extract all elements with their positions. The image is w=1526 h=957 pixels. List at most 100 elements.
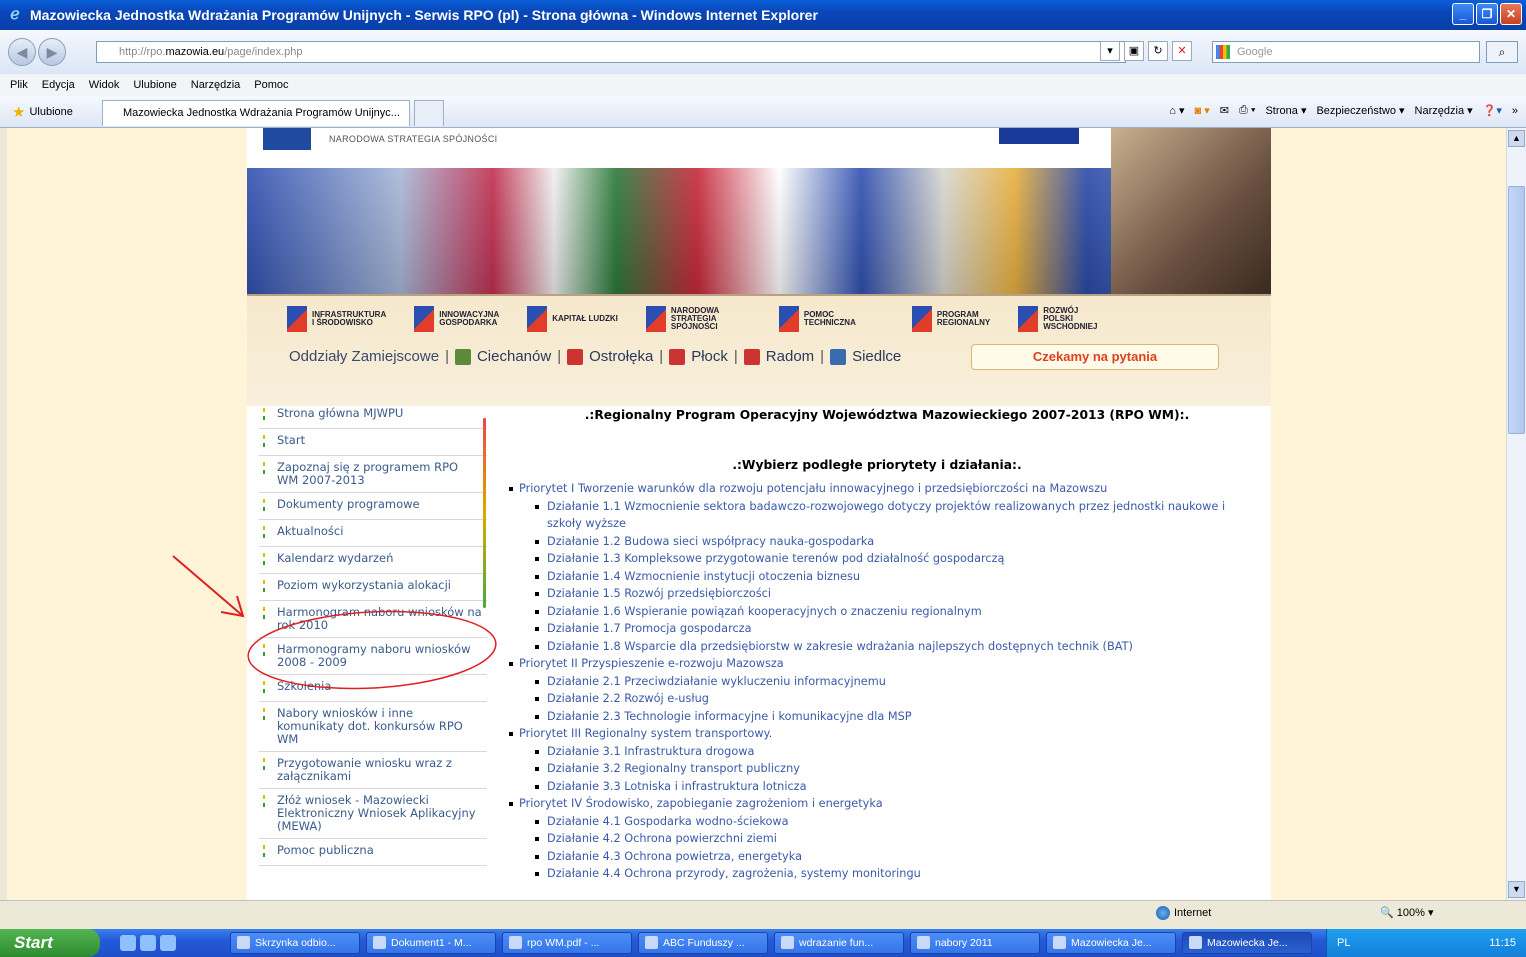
quicklaunch-icon[interactable] [120, 935, 136, 951]
taskbar-button[interactable]: wdrazanie fun... [774, 932, 904, 954]
sidebar-item[interactable]: Zapoznaj się z programem RPO WM 2007-201… [259, 456, 487, 493]
sidebar-item[interactable]: Złóż wniosek - Mazowiecki Elektroniczny … [259, 789, 487, 839]
sidebar-item[interactable]: Dokumenty programowe [259, 493, 487, 520]
priority-link[interactable]: Priorytet II Przyspieszenie e-rozwoju Ma… [519, 657, 784, 670]
close-button[interactable]: ✕ [1500, 3, 1522, 25]
refresh-icon[interactable]: ↻ [1148, 41, 1168, 61]
zoom-level[interactable]: 🔍 100% ▾ [1380, 906, 1433, 919]
taskbar-button[interactable]: ABC Funduszy ... [638, 932, 768, 954]
taskbar-button[interactable]: rpo WM.pdf - ... [502, 932, 632, 954]
action-link[interactable]: Działanie 2.3 Technologie informacyjne i… [529, 708, 1247, 726]
sidebar-item[interactable]: Harmonogram naboru wniosków na rok 2010 [259, 601, 487, 638]
page-menu[interactable]: Strona ▾ [1265, 104, 1306, 117]
dropdown-icon[interactable]: ▾ [1100, 41, 1120, 61]
action-link[interactable]: Działanie 4.4 Ochrona przyrody, zagrożen… [529, 865, 1247, 883]
menu-file[interactable]: Plik [10, 79, 28, 91]
action-link[interactable]: Działanie 4.3 Ochrona powietrza, energet… [529, 848, 1247, 866]
action-link[interactable]: Działanie 3.2 Regionalny transport publi… [529, 760, 1247, 778]
taskbar-button[interactable]: Dokument1 - M... [366, 932, 496, 954]
home-icon[interactable]: ⌂ ▾ [1169, 104, 1184, 117]
stop-icon[interactable]: ✕ [1172, 41, 1192, 61]
action-link[interactable]: Działanie 1.5 Rozwój przedsiębiorczości [529, 585, 1247, 603]
scroll-thumb[interactable] [1508, 186, 1525, 434]
action-link[interactable]: Działanie 4.1 Gospodarka wodno-ściekowa [529, 813, 1247, 831]
scroll-up-icon[interactable]: ▲ [1508, 130, 1525, 147]
sidebar-item[interactable]: Pomoc publiczna [259, 839, 487, 866]
action-link[interactable]: Działanie 2.1 Przeciwdziałanie wykluczen… [529, 673, 1247, 691]
sidebar-item[interactable]: Kalendarz wydarzeń [259, 547, 487, 574]
action-link[interactable]: Działanie 3.3 Lotniska i infrastruktura … [529, 778, 1247, 796]
action-link[interactable]: Działanie 1.1 Wzmocnienie sektora badawc… [529, 498, 1247, 533]
taskbar: Start Skrzynka odbio... Dokument1 - M...… [0, 929, 1526, 957]
forward-button[interactable]: ▶ [38, 38, 66, 66]
sidebar-item[interactable]: Start [259, 429, 487, 456]
priority-link[interactable]: Priorytet I Tworzenie warunków dla rozwo… [519, 482, 1107, 495]
taskbar-button[interactable]: nabory 2011 [910, 932, 1040, 954]
branch-radom[interactable]: Radom [766, 348, 814, 365]
safety-menu[interactable]: Bezpieczeństwo ▾ [1316, 104, 1404, 117]
sidebar-item[interactable]: Poziom wykorzystania alokacji [259, 574, 487, 601]
branch-plock[interactable]: Płock [691, 348, 728, 365]
action-link[interactable]: Działanie 1.2 Budowa sieci współpracy na… [529, 533, 1247, 551]
action-link[interactable]: Działanie 2.2 Rozwój e-usług [529, 690, 1247, 708]
branch-ostroleka[interactable]: Ostrołęka [589, 348, 653, 365]
language-indicator[interactable]: PL [1337, 937, 1350, 949]
back-button[interactable]: ◀ [8, 38, 36, 66]
sidebar-item[interactable]: Aktualności [259, 520, 487, 547]
priority-link[interactable]: Priorytet III Regionalny system transpor… [519, 727, 772, 740]
action-link[interactable]: Działanie 1.3 Kompleksowe przygotowanie … [529, 550, 1247, 568]
program-logo-innowacyjna[interactable]: INNOWACYJNA GOSPODARKA [414, 306, 499, 332]
action-link[interactable]: Działanie 1.8 Wsparcie dla przedsiębiors… [529, 638, 1247, 656]
action-link[interactable]: Działanie 3.1 Infrastruktura drogowa [529, 743, 1247, 761]
search-input[interactable]: Google [1212, 41, 1480, 63]
new-tab-button[interactable] [414, 100, 444, 126]
scroll-down-icon[interactable]: ▼ [1508, 881, 1525, 898]
browser-tab[interactable]: Mazowiecka Jednostka Wdrażania Programów… [102, 100, 410, 126]
address-prefix: http://rpo. [119, 46, 166, 58]
action-link[interactable]: Działanie 1.4 Wzmocnienie instytucji oto… [529, 568, 1247, 586]
maximize-button[interactable]: ❐ [1476, 3, 1498, 25]
program-logo-nss[interactable]: NARODOWA STRATEGIA SPÓJNOŚCI [645, 306, 751, 332]
tools-menu[interactable]: Narzędzia ▾ [1415, 104, 1473, 117]
address-field[interactable]: http://rpo.mazowia.eu/page/index.php [96, 41, 1126, 63]
branch-siedlce[interactable]: Siedlce [852, 348, 901, 365]
feeds-icon[interactable]: ◙ ▾ [1195, 104, 1210, 117]
taskbar-button[interactable]: Mazowiecka Je... [1046, 932, 1176, 954]
program-logo-regionalny[interactable]: PROGRAM REGIONALNY [911, 306, 990, 332]
priority-link[interactable]: Priorytet IV Środowisko, zapobieganie za… [519, 797, 883, 810]
vertical-scrollbar[interactable]: ▲ ▼ [1506, 128, 1526, 900]
action-link[interactable]: Działanie 1.7 Promocja gospodarcza [529, 620, 1247, 638]
mail-icon[interactable]: ✉ [1220, 104, 1229, 117]
action-link[interactable]: Działanie 1.6 Wspieranie powiązań kooper… [529, 603, 1247, 621]
taskbar-button[interactable]: Skrzynka odbio... [230, 932, 360, 954]
sidebar-nav: Strona główna MJWPU Start Zapoznaj się z… [259, 402, 487, 866]
sidebar-item[interactable]: Przygotowanie wniosku wraz z załącznikam… [259, 752, 487, 789]
program-logo-pomoc[interactable]: POMOC TECHNICZNA [778, 306, 884, 332]
program-logo-rozwoj[interactable]: ROZWÓJ POLSKI WSCHODNIEJ [1018, 306, 1123, 332]
sidebar-item[interactable]: Nabory wniosków i inne komunikaty dot. k… [259, 702, 487, 752]
menu-favorites[interactable]: Ulubione [133, 79, 176, 91]
help-icon[interactable]: ❓▾ [1483, 104, 1502, 117]
branch-ciechanow[interactable]: Ciechanów [477, 348, 551, 365]
menu-help[interactable]: Pomoc [254, 79, 288, 91]
menu-tools[interactable]: Narzędzia [191, 79, 241, 91]
questions-button[interactable]: Czekamy na pytania [971, 344, 1219, 370]
sidebar-item[interactable]: Harmonogramy naboru wniosków 2008 - 2009 [259, 638, 487, 675]
quicklaunch-icon[interactable] [140, 935, 156, 951]
minimize-button[interactable]: _ [1452, 3, 1474, 25]
print-icon[interactable]: ⎙ ▾ [1239, 104, 1255, 117]
menu-edit[interactable]: Edycja [42, 79, 75, 91]
search-button[interactable]: ⌕ [1486, 41, 1518, 63]
taskbar-button[interactable]: Mazowiecka Je... [1182, 932, 1312, 954]
quicklaunch-icon[interactable] [160, 935, 176, 951]
action-link[interactable]: Działanie 4.2 Ochrona powierzchni ziemi [529, 830, 1247, 848]
sidebar-item[interactable]: Strona główna MJWPU [259, 402, 487, 429]
menu-view[interactable]: Widok [89, 79, 120, 91]
favorites-button[interactable]: ★ Ulubione [12, 103, 73, 121]
sidebar-item[interactable]: Szkolenia [259, 675, 487, 702]
start-button[interactable]: Start [0, 929, 100, 957]
chevron-right-icon[interactable]: » [1512, 105, 1518, 117]
program-logo-infrastruktura[interactable]: INFRASTRUKTURA I ŚRODOWISKO [287, 306, 386, 332]
compat-view-icon[interactable]: ▣ [1124, 41, 1144, 61]
program-logo-kapital[interactable]: KAPITAŁ LUDZKI [527, 306, 618, 332]
